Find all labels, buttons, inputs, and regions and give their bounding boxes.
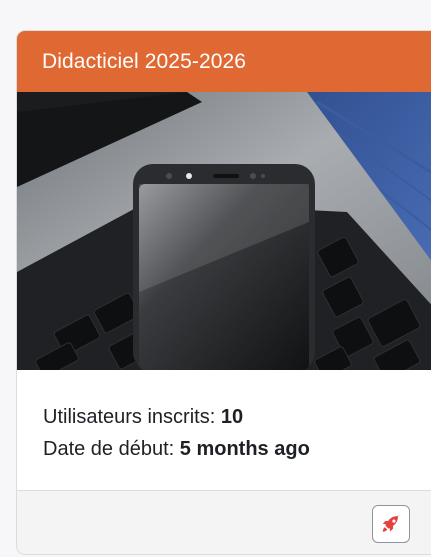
start-date: Date de début: 5 months ago <box>43 433 431 465</box>
course-image[interactable] <box>17 92 431 370</box>
enrolled-users-count: 10 <box>220 406 244 428</box>
start-date-label: Date de début: <box>43 438 175 460</box>
card-header[interactable]: Didacticiel 2025-2026 <box>17 31 431 92</box>
course-title[interactable]: Didacticiel 2025-2026 <box>42 50 246 74</box>
course-card: Didacticiel 2025-2026 Utilisateurs inscr… <box>16 30 431 555</box>
start-date-value: 5 months ago <box>179 438 310 460</box>
enrolled-users: Utilisateurs inscrits: 10 <box>43 401 431 433</box>
rocket-icon <box>382 515 399 532</box>
launch-course-button[interactable] <box>372 505 410 543</box>
page: Didacticiel 2025-2026 Utilisateurs inscr… <box>0 0 431 557</box>
card-footer <box>17 490 431 554</box>
enrolled-users-label: Utilisateurs inscrits: <box>43 406 216 428</box>
card-body: Utilisateurs inscrits: 10 Date de début:… <box>43 401 431 465</box>
